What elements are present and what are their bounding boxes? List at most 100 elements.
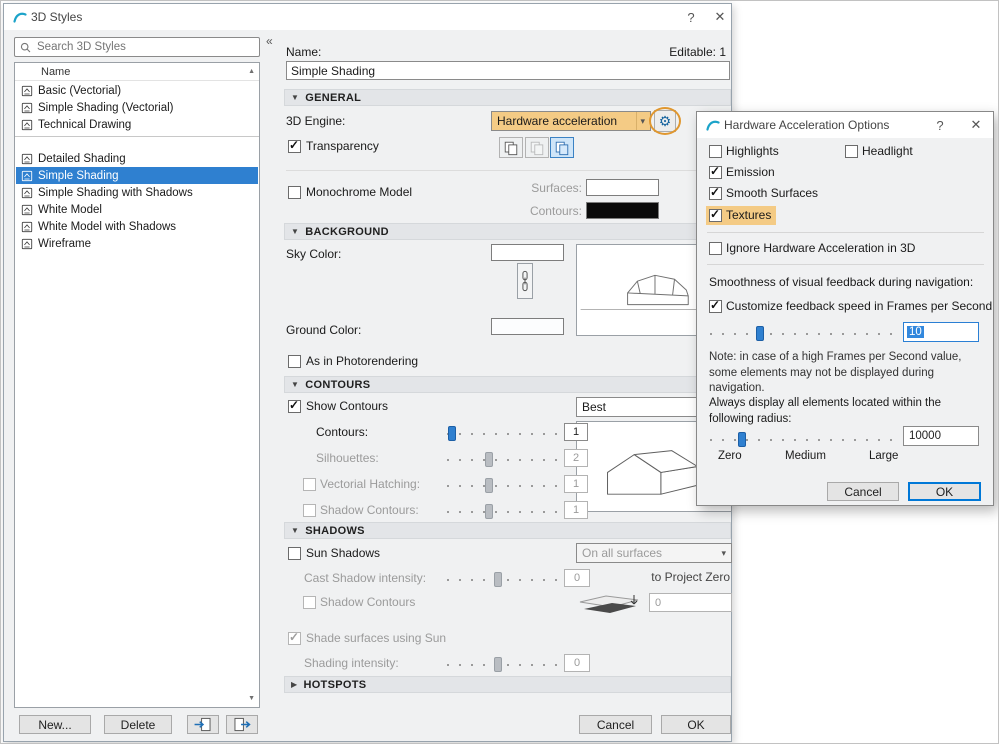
sun-shadows-label: Sun Shadows — [306, 546, 381, 560]
editable-info: Editable: 1 — [669, 45, 726, 59]
cancel-button[interactable]: Cancel — [579, 715, 652, 734]
monochrome-checkbox[interactable] — [288, 186, 301, 199]
radius-large-label: Large — [869, 450, 899, 462]
ground-color-swatch[interactable] — [491, 318, 564, 335]
hw-ok-button[interactable]: OK — [908, 482, 981, 501]
ok-button[interactable]: OK — [661, 715, 731, 734]
import-styles-button[interactable] — [187, 715, 219, 734]
style-item[interactable]: Basic (Vectorial) — [16, 82, 258, 99]
sun-shadows-checkbox[interactable] — [288, 547, 301, 560]
radius-slider[interactable] — [710, 432, 896, 448]
hw-dialog-titlebar[interactable]: Hardware Acceleration Options ? ✕ — [697, 112, 993, 138]
collapse-panel-icon[interactable]: « — [266, 34, 273, 48]
style-item[interactable]: White Model — [16, 201, 258, 218]
radius-input[interactable]: 10000 — [903, 426, 979, 446]
style-name-input[interactable] — [286, 61, 730, 80]
help-button[interactable]: ? — [681, 7, 701, 27]
pages-icon — [529, 140, 545, 156]
transparency-mode-1-button[interactable] — [499, 137, 523, 158]
radius-medium-label: Medium — [785, 450, 826, 462]
transparency-checkbox[interactable] — [288, 138, 301, 153]
contours-value[interactable]: 1 — [564, 423, 588, 441]
style-item[interactable]: Technical Drawing — [16, 116, 258, 133]
close-button[interactable]: ✕ — [710, 7, 730, 27]
contours-slider-label: Contours: — [316, 425, 369, 439]
textures-checkbox[interactable] — [709, 207, 722, 222]
section-expanded-icon: ▼ — [291, 526, 300, 535]
style-icon — [21, 119, 33, 131]
search-input[interactable] — [37, 39, 257, 55]
section-collapsed-icon: ▶ — [291, 680, 298, 689]
slider-thumb[interactable] — [737, 432, 746, 447]
engine-settings-button[interactable]: ⚙ — [654, 110, 676, 132]
highlights-checkbox[interactable] — [709, 145, 722, 158]
shadow-surface-dropdown: On all surfaces ▾ — [576, 543, 732, 563]
surfaces-color-swatch[interactable] — [586, 179, 659, 196]
style-icon — [21, 170, 33, 182]
contours-slider[interactable] — [447, 426, 560, 442]
photorendering-checkbox[interactable] — [288, 355, 301, 368]
ground-color-label: Ground Color: — [286, 323, 362, 337]
cast-shadow-value: 0 — [564, 569, 590, 587]
hw-dialog-title: Hardware Acceleration Options — [724, 118, 890, 132]
styles-window-titlebar[interactable]: 3D Styles ? ✕ — [4, 4, 731, 30]
slider-thumb[interactable] — [447, 426, 456, 441]
hw-help-button[interactable]: ? — [930, 115, 950, 135]
fps-input[interactable]: 10 — [903, 322, 979, 342]
silhouettes-slider — [447, 452, 560, 468]
scroll-up-icon[interactable]: ▲ — [248, 68, 255, 75]
hw-cancel-button[interactable]: Cancel — [827, 482, 899, 501]
cast-shadow-label: Cast Shadow intensity: — [304, 571, 427, 585]
engine-dropdown-value: Hardware acceleration — [497, 114, 618, 128]
link-colors-button[interactable] — [517, 263, 533, 299]
search-box[interactable] — [14, 37, 260, 57]
style-item-label: Simple Shading (Vectorial) — [38, 101, 174, 114]
shadow-contours-label: Shadow Contours — [320, 595, 416, 609]
style-item[interactable]: White Model with Shadows — [16, 218, 258, 235]
shadow-contours-slider-label: Shadow Contours: — [320, 503, 419, 517]
section-general[interactable]: ▼ GENERAL — [284, 89, 731, 106]
contours-color-swatch[interactable] — [586, 202, 659, 219]
list-header[interactable]: Name — [15, 63, 259, 81]
scroll-down-icon[interactable]: ▼ — [248, 695, 255, 702]
hw-close-button[interactable]: ✕ — [966, 115, 986, 135]
style-item[interactable]: Simple Shading (Vectorial) — [16, 99, 258, 116]
sky-color-swatch[interactable] — [491, 244, 564, 261]
export-styles-button[interactable] — [226, 715, 258, 734]
section-contours[interactable]: ▼ CONTOURS — [284, 376, 731, 393]
new-button[interactable]: New... — [19, 715, 91, 734]
smooth-surfaces-checkbox[interactable] — [709, 185, 722, 200]
style-icon — [21, 204, 33, 216]
chevron-down-icon: ▾ — [721, 547, 726, 558]
section-hotspots[interactable]: ▶ HOTSPOTS — [284, 676, 731, 693]
slider-thumb[interactable] — [756, 326, 765, 341]
delete-button[interactable]: Delete — [104, 715, 172, 734]
style-icon — [21, 238, 33, 250]
ignore-hw-label: Ignore Hardware Acceleration in 3D — [726, 241, 916, 255]
fps-slider[interactable] — [710, 326, 896, 342]
section-expanded-icon: ▼ — [291, 93, 300, 102]
style-item[interactable]: Simple Shading with Shadows — [16, 184, 258, 201]
section-shadows[interactable]: ▼ SHADOWS — [284, 522, 731, 539]
engine-dropdown[interactable]: Hardware acceleration ▾ — [491, 111, 651, 131]
ignore-hw-checkbox[interactable] — [709, 242, 722, 255]
customize-fps-checkbox[interactable] — [709, 298, 722, 313]
divider — [707, 264, 984, 265]
shade-surfaces-checkbox — [288, 630, 301, 645]
list-group-separator — [15, 136, 259, 137]
style-icon — [21, 153, 33, 165]
show-contours-checkbox[interactable] — [288, 398, 301, 413]
style-item[interactable]: Detailed Shading — [16, 150, 258, 167]
style-item[interactable]: Wireframe — [16, 235, 258, 252]
section-general-label: GENERAL — [305, 91, 362, 104]
shadow-contours-value: 0 — [649, 593, 732, 612]
section-background[interactable]: ▼ BACKGROUND — [284, 223, 731, 240]
shadow-contours-checkbox — [303, 596, 316, 609]
chain-link-icon — [520, 267, 530, 295]
headlight-checkbox[interactable] — [845, 145, 858, 158]
style-item-selected[interactable]: Simple Shading — [16, 167, 258, 184]
fps-value: 10 — [907, 326, 924, 338]
emission-checkbox[interactable] — [709, 164, 722, 179]
style-item-label: Simple Shading — [38, 169, 119, 182]
transparency-mode-3-button[interactable] — [550, 137, 574, 158]
